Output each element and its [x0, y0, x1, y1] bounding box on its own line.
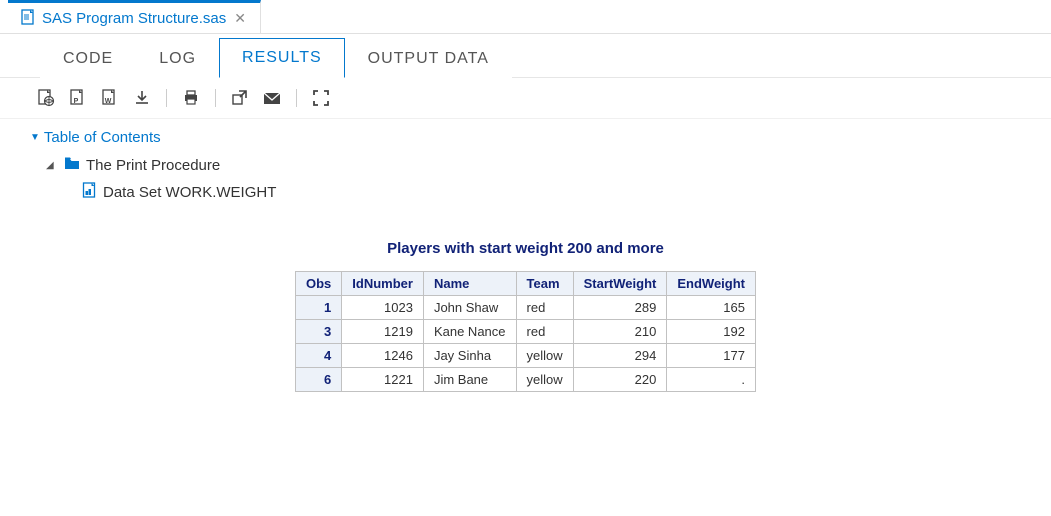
table-row: 41246Jay Sinhayellow294177 — [295, 344, 755, 368]
result-title: Players with start weight 200 and more — [50, 240, 1001, 257]
svg-text:P: P — [74, 98, 79, 105]
cell-obs: 1 — [295, 296, 341, 320]
table-header-row: Obs IdNumber Name Team StartWeight EndWe… — [295, 272, 755, 296]
cell-name: Jay Sinha — [423, 344, 516, 368]
cell-team: yellow — [516, 344, 573, 368]
cell-obs: 6 — [295, 368, 341, 392]
toc-node-label: The Print Procedure — [86, 157, 220, 174]
file-tab-bar: SAS Program Structure.sas ✕ — [0, 0, 1051, 34]
tab-code[interactable]: CODE — [40, 39, 136, 78]
toc-node-label: Data Set WORK.WEIGHT — [103, 184, 276, 201]
col-team: Team — [516, 272, 573, 296]
expand-button[interactable] — [307, 86, 335, 110]
sub-tabs: CODE LOG RESULTS OUTPUT DATA — [0, 34, 1051, 78]
results-toolbar: P W — [0, 78, 1051, 119]
cell-name: John Shaw — [423, 296, 516, 320]
cell-team: red — [516, 320, 573, 344]
svg-text:W: W — [105, 98, 112, 105]
cell-idnumber: 1221 — [342, 368, 424, 392]
cell-endweight: 165 — [667, 296, 756, 320]
cell-startweight: 220 — [573, 368, 667, 392]
cell-name: Kane Nance — [423, 320, 516, 344]
cell-obs: 4 — [295, 344, 341, 368]
cell-name: Jim Bane — [423, 368, 516, 392]
col-obs: Obs — [295, 272, 341, 296]
cell-idnumber: 1023 — [342, 296, 424, 320]
cell-endweight: 177 — [667, 344, 756, 368]
result-area: Players with start weight 200 and more O… — [0, 220, 1051, 412]
tab-results[interactable]: RESULTS — [219, 38, 345, 78]
caret-down-icon: ◢ — [46, 160, 58, 171]
cell-team: red — [516, 296, 573, 320]
toolbar-separator — [215, 89, 216, 107]
caret-down-icon: ▼ — [30, 132, 40, 143]
export-pdf-button[interactable]: P — [64, 86, 92, 110]
result-table: Obs IdNumber Name Team StartWeight EndWe… — [295, 271, 756, 392]
toc-node-dataset[interactable]: Data Set WORK.WEIGHT — [46, 178, 1021, 206]
cell-endweight: 192 — [667, 320, 756, 344]
export-rtf-button[interactable]: W — [96, 86, 124, 110]
table-row: 11023John Shawred289165 — [295, 296, 755, 320]
cell-obs: 3 — [295, 320, 341, 344]
export-html-button[interactable] — [32, 86, 60, 110]
table-row: 31219Kane Nancered210192 — [295, 320, 755, 344]
folder-icon — [64, 156, 80, 174]
table-of-contents: ▼ Table of Contents ◢ The Print Procedur… — [0, 119, 1051, 220]
toc-header-label: Table of Contents — [44, 129, 161, 146]
col-idnumber: IdNumber — [342, 272, 424, 296]
cell-startweight: 289 — [573, 296, 667, 320]
cell-idnumber: 1246 — [342, 344, 424, 368]
cell-idnumber: 1219 — [342, 320, 424, 344]
toolbar-separator — [296, 89, 297, 107]
sas-program-icon — [20, 9, 36, 28]
file-tab[interactable]: SAS Program Structure.sas ✕ — [8, 0, 261, 33]
file-tab-title: SAS Program Structure.sas — [42, 10, 226, 27]
cell-endweight: . — [667, 368, 756, 392]
tab-output-data[interactable]: OUTPUT DATA — [345, 39, 512, 78]
close-icon[interactable]: ✕ — [232, 10, 248, 27]
table-row: 61221Jim Baneyellow220. — [295, 368, 755, 392]
toc-tree: ◢ The Print Procedure Data Set WORK.WEIG… — [30, 152, 1021, 206]
toc-node-proc[interactable]: ◢ The Print Procedure — [46, 152, 1021, 178]
col-startweight: StartWeight — [573, 272, 667, 296]
dataset-icon — [82, 182, 97, 202]
cell-startweight: 294 — [573, 344, 667, 368]
tab-log[interactable]: LOG — [136, 39, 219, 78]
cell-team: yellow — [516, 368, 573, 392]
print-button[interactable] — [177, 86, 205, 110]
email-button[interactable] — [258, 86, 286, 110]
cell-startweight: 210 — [573, 320, 667, 344]
toolbar-separator — [166, 89, 167, 107]
download-button[interactable] — [128, 86, 156, 110]
col-name: Name — [423, 272, 516, 296]
open-new-window-button[interactable] — [226, 86, 254, 110]
toc-toggle[interactable]: ▼ Table of Contents — [30, 129, 1021, 146]
col-endweight: EndWeight — [667, 272, 756, 296]
